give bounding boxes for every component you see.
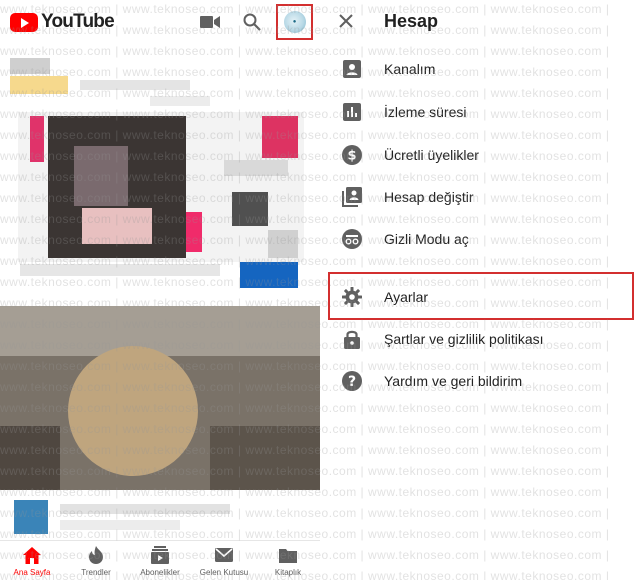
menu-item-label: Şartlar ve gizlilik politikası (384, 331, 544, 347)
menu-item-my-channel[interactable]: Kanalım (320, 48, 640, 90)
nav-label: Kitaplık (274, 568, 302, 577)
account-header: Hesap (320, 0, 640, 44)
svg-text:?: ? (348, 374, 356, 390)
youtube-logo[interactable]: YouTube (10, 11, 115, 33)
nav-label: Trendler (81, 568, 111, 577)
blurred-feed-item (80, 80, 190, 90)
blurred-feed-item (150, 96, 210, 106)
menu-item-label: Gizli Modu aç (384, 231, 469, 247)
nav-inbox[interactable]: Gelen Kutusu (192, 541, 256, 580)
menu-item-label: Yardım ve geri bildirim (384, 373, 523, 389)
close-button[interactable] (334, 9, 358, 33)
menu-item-label: Kanalım (384, 61, 436, 77)
svg-text:$: $ (347, 149, 356, 164)
nav-label: Ana Sayfa (13, 568, 51, 577)
blurred-feed-item (60, 504, 230, 514)
inbox-icon (214, 545, 234, 565)
trending-icon (86, 545, 106, 565)
menu-item-terms-privacy[interactable]: Şartlar ve gizlilik politikası (320, 318, 640, 360)
settings-highlight-annotation (328, 272, 634, 320)
bottom-navigation: Ana Sayfa Trendler Abonelikler Gelen Kut… (0, 540, 320, 580)
home-icon (22, 545, 42, 565)
blurred-feed-item (10, 58, 50, 74)
menu-item-help-feedback[interactable]: ? Yardım ve geri bildirim (320, 360, 640, 402)
avatar: ● (283, 11, 306, 33)
person-box-icon (340, 57, 364, 81)
bar-chart-icon (340, 100, 364, 124)
nav-label: Abonelikler (140, 568, 180, 577)
youtube-home-panel: YouTube ● Ana Sayfa Trendler Abonelikler… (0, 0, 320, 580)
menu-item-label: Ücretli üyelikler (384, 147, 479, 163)
video-thumbnail[interactable] (18, 112, 304, 262)
dollar-circle-icon: $ (340, 143, 364, 167)
subscriptions-icon (150, 545, 170, 565)
blurred-feed-item (60, 520, 180, 530)
menu-item-switch-account[interactable]: Hesap değiştir (320, 176, 640, 218)
nav-trending[interactable]: Trendler (64, 541, 128, 580)
incognito-icon (340, 227, 364, 251)
menu-item-watch-time[interactable]: İzleme süresi (320, 91, 640, 133)
search-icon[interactable] (240, 10, 264, 34)
blurred-feed-item (20, 264, 220, 276)
nav-subscriptions[interactable]: Abonelikler (128, 541, 192, 580)
youtube-play-icon (10, 12, 38, 32)
video-thumbnail[interactable] (0, 306, 320, 490)
account-avatar-button[interactable]: ● (276, 4, 313, 40)
menu-item-incognito[interactable]: Gizli Modu aç (320, 218, 640, 260)
video-camera-icon[interactable] (198, 10, 222, 34)
top-app-bar: YouTube ● (0, 0, 320, 44)
lock-icon (340, 327, 364, 351)
close-icon (339, 14, 353, 28)
switch-account-icon (340, 185, 364, 209)
menu-item-paid-memberships[interactable]: $ Ücretli üyelikler (320, 134, 640, 176)
help-circle-icon: ? (340, 369, 364, 393)
blurred-channel-avatar (14, 500, 48, 534)
menu-item-label: Hesap değiştir (384, 189, 474, 205)
nav-label: Gelen Kutusu (199, 568, 249, 577)
page-title: Hesap (384, 11, 439, 31)
nav-library[interactable]: Kitaplık (256, 541, 320, 580)
blurred-feed-item (10, 76, 68, 94)
nav-home[interactable]: Ana Sayfa (0, 541, 64, 580)
menu-item-label: İzleme süresi (384, 104, 467, 120)
library-icon (278, 545, 298, 565)
logo-text: YouTube (41, 11, 115, 32)
blurred-button (240, 262, 298, 288)
